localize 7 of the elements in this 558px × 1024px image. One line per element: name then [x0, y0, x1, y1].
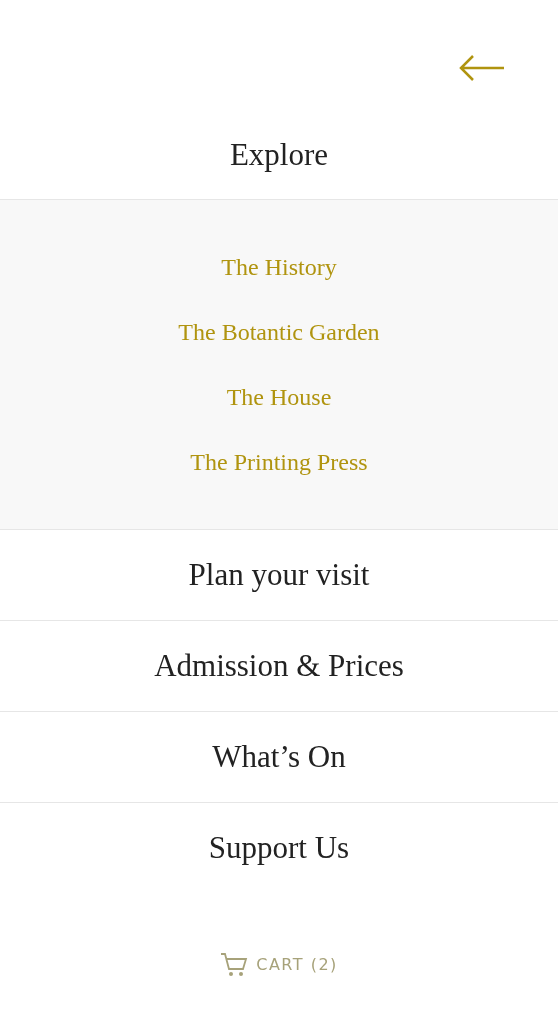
back-arrow-icon[interactable]	[458, 53, 506, 83]
menu-item[interactable]: Explore	[229, 132, 329, 179]
menu-item[interactable]: Plan your visit	[188, 551, 370, 599]
menu-item[interactable]: Support Us	[208, 825, 350, 872]
menu-item[interactable]: Admission & Prices	[154, 642, 404, 690]
cart-icon[interactable]	[220, 952, 249, 978]
menu-item[interactable]: What’s On	[212, 733, 346, 781]
